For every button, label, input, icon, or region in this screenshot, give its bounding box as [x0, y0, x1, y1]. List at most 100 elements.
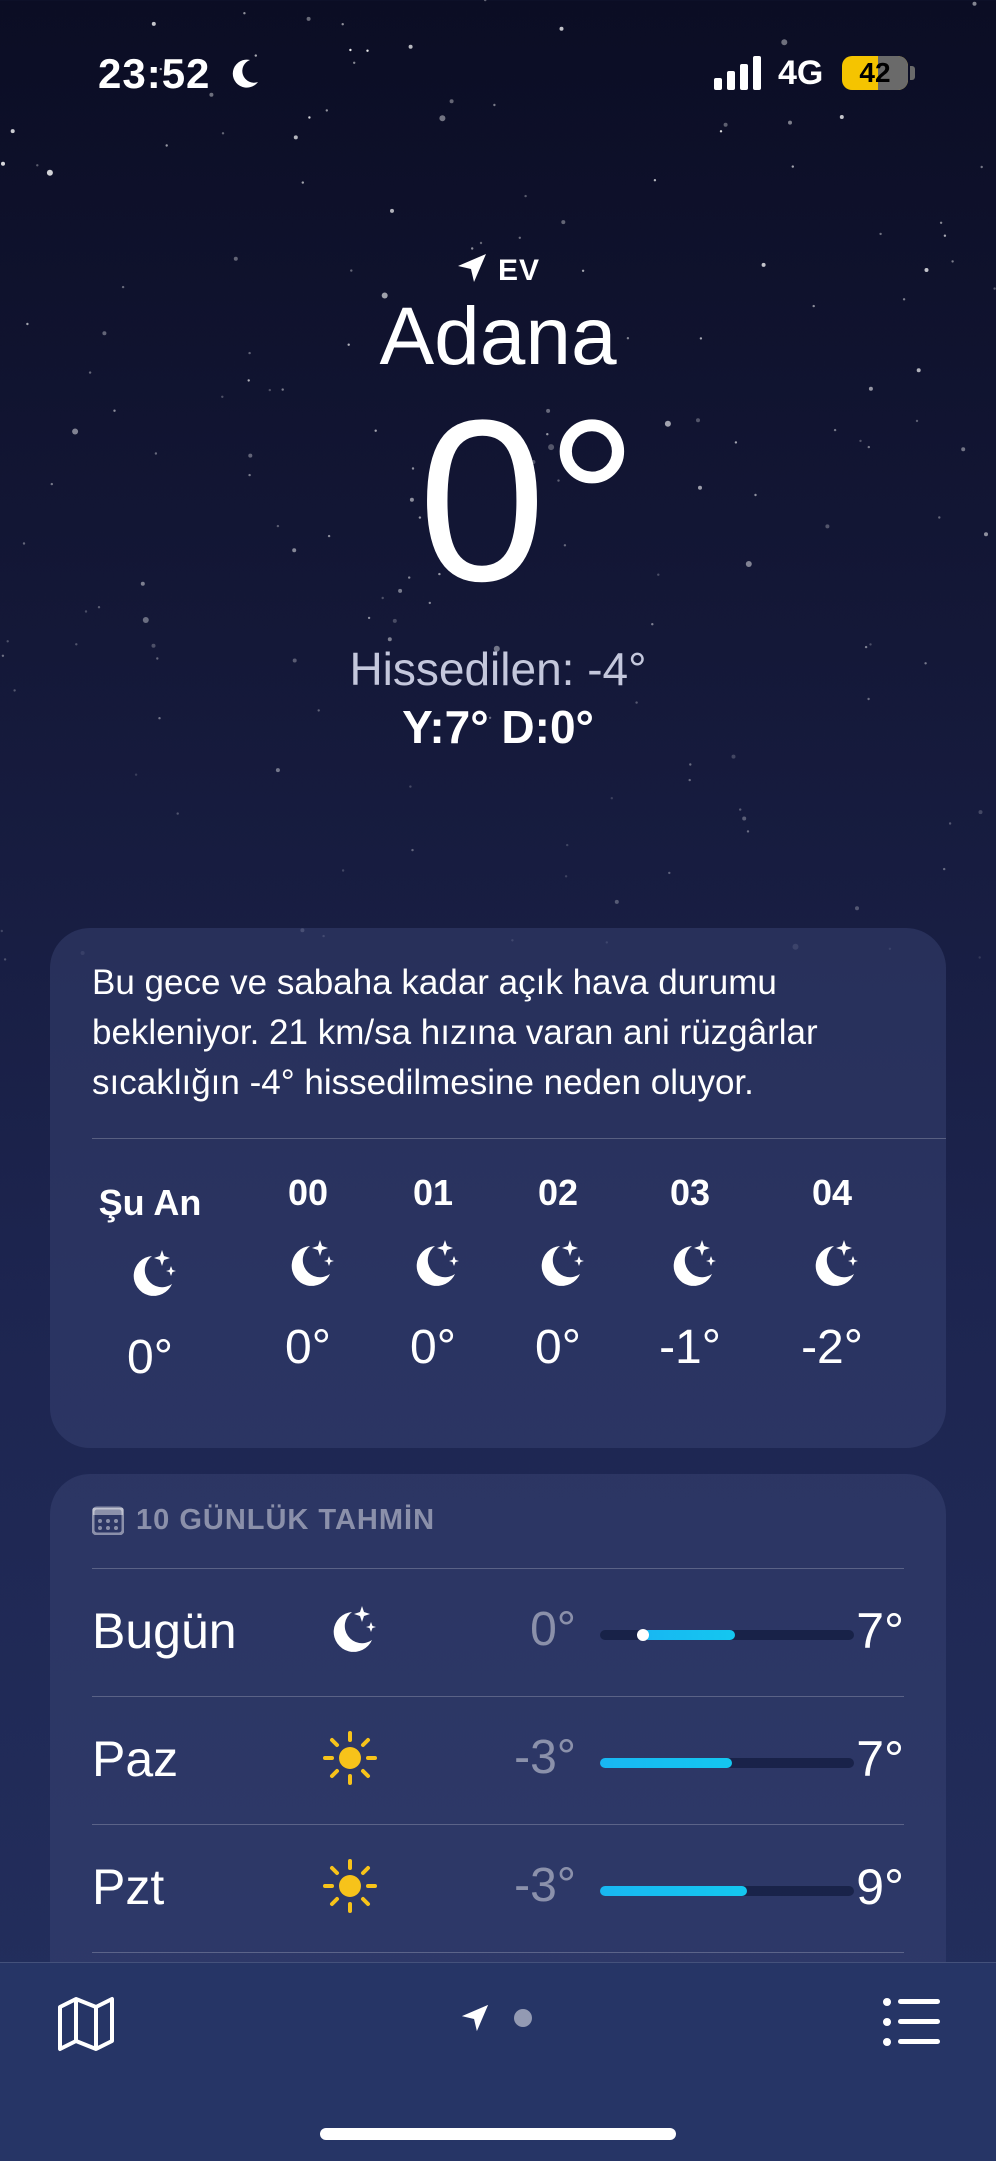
forecast-high: 7°: [856, 1731, 904, 1787]
forecast-day: Pzt: [92, 1859, 165, 1915]
sun-icon: [323, 1731, 377, 1785]
status-bar: 23:52 4G 42: [0, 0, 996, 140]
moon-stars-icon: [133, 1250, 176, 1296]
hour-temp: 0°: [535, 1321, 581, 1374]
star: [855, 906, 859, 911]
forecast-low: -3°: [514, 1859, 576, 1912]
star: [948, 822, 952, 825]
star: [651, 623, 654, 626]
star: [561, 220, 566, 225]
hour-item: 02 0°: [498, 1168, 618, 1375]
star: [409, 785, 412, 788]
hour-temp: -2°: [801, 1321, 863, 1374]
star: [524, 194, 527, 198]
location-arrow-icon[interactable]: [460, 2003, 490, 2033]
star: [390, 208, 394, 213]
star: [392, 618, 397, 623]
hour-item: 03 -1°: [630, 1168, 750, 1375]
moon-stars-icon: [541, 1240, 584, 1286]
star: [518, 236, 521, 239]
star: [614, 899, 619, 904]
star: [739, 808, 742, 811]
calendar-icon: [91, 1506, 125, 1536]
star: [978, 810, 983, 815]
moon-stars-icon: [673, 1240, 716, 1286]
hour-label: 00: [287, 1172, 329, 1213]
star: [142, 617, 149, 623]
sun-icon: [323, 1859, 377, 1913]
star: [3, 958, 7, 961]
hour-temp: 0°: [285, 1321, 331, 1374]
high-low: Y:7° D:0°: [402, 701, 594, 753]
forecast-low: 0°: [530, 1603, 576, 1656]
star: [471, 247, 474, 250]
location-label-row: EV: [0, 252, 996, 288]
star: [479, 241, 483, 245]
moon-stars-icon: [333, 1606, 376, 1652]
temperature-range-bar: [600, 1886, 854, 1896]
hour-label: 03: [669, 1172, 711, 1213]
city-name: Adana: [379, 291, 617, 382]
hour-label: 02: [537, 1172, 579, 1213]
cellular-signal-icon: [714, 56, 761, 90]
star: [610, 797, 613, 800]
page-indicator-dot[interactable]: [514, 2009, 532, 2027]
temperature-range-bar: [600, 1758, 854, 1768]
forecast-high: 7°: [856, 1603, 904, 1659]
star: [943, 234, 947, 237]
forecast-row[interactable]: Paz -3° 7°: [92, 1698, 904, 1826]
forecast-title: 10 GÜNLÜK TAHMİN: [136, 1504, 436, 1536]
forecast-high: 9°: [856, 1859, 904, 1915]
hour-temp: 0°: [410, 1321, 456, 1374]
star: [165, 144, 168, 147]
map-icon[interactable]: [56, 1993, 116, 2053]
forecast-day: Paz: [92, 1731, 179, 1787]
star: [367, 616, 371, 620]
star: [566, 843, 569, 847]
feels-like: Hissedilen: -4°: [349, 643, 647, 695]
star: [668, 871, 671, 875]
forecast-low: -3°: [514, 1731, 576, 1784]
hour-label: 01: [412, 1172, 454, 1213]
weather-summary: Bu gece ve sabaha kadar açık hava durumu…: [92, 963, 818, 1102]
location-arrow-icon: [457, 254, 486, 282]
star: [980, 165, 983, 169]
star: [134, 773, 138, 776]
star: [275, 768, 280, 773]
divider: [92, 1568, 904, 1569]
star: [742, 816, 747, 821]
star: [731, 754, 736, 759]
star: [36, 164, 39, 167]
temperature-range-fill: [600, 1886, 748, 1896]
divider: [92, 1824, 904, 1825]
star: [978, 956, 981, 959]
status-time: 23:52: [98, 50, 211, 97]
list-icon[interactable]: [882, 1995, 940, 2049]
ten-day-forecast-card[interactable]: 10 GÜNLÜK TAHMİN Bugün 0° 7° Paz -3° 7° …: [50, 1474, 946, 2034]
divider: [92, 1952, 904, 1953]
battery-cap: [910, 66, 915, 80]
hour-label: 04: [811, 1172, 853, 1213]
star: [791, 165, 794, 168]
temperature-range-bar: [600, 1629, 854, 1641]
forecast-row[interactable]: Pzt -3° 9°: [92, 1826, 904, 1954]
divider: [92, 1138, 946, 1139]
home-indicator[interactable]: [320, 2128, 676, 2140]
temperature-range-fill: [600, 1758, 733, 1768]
forecast-day: Bugün: [92, 1603, 237, 1659]
star: [746, 830, 750, 833]
network-type: 4G: [778, 54, 824, 92]
star: [341, 869, 345, 872]
star: [46, 169, 53, 176]
battery-icon: 42: [842, 56, 908, 90]
star: [689, 763, 692, 766]
hourly-forecast-card[interactable]: Bu gece ve sabaha kadar açık hava durumu…: [50, 928, 946, 1448]
temperature-range-fill: [643, 1630, 735, 1640]
location-label: EV: [497, 254, 541, 287]
star: [176, 812, 179, 815]
forecast-row[interactable]: Bugün 0° 7°: [92, 1570, 904, 1698]
star: [411, 848, 414, 852]
star: [564, 875, 568, 878]
star: [0, 929, 3, 933]
hour-item: 04 -2°: [772, 1168, 892, 1375]
